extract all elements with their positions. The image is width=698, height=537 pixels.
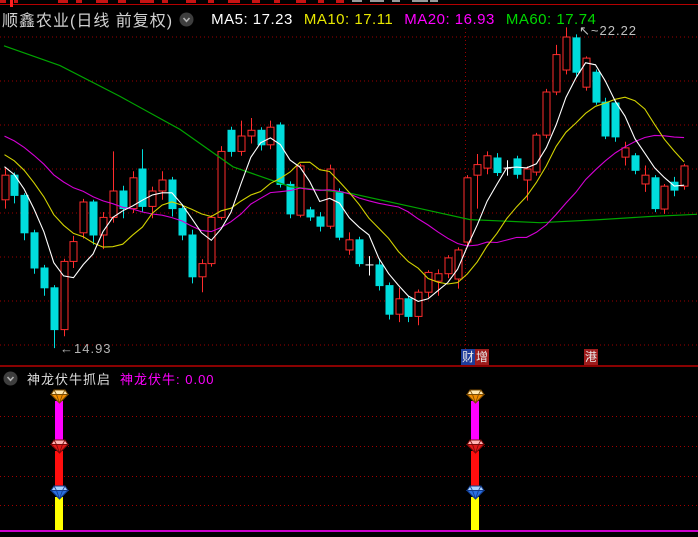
ma5-line xyxy=(4,62,685,302)
candle xyxy=(138,149,147,213)
candle xyxy=(119,185,128,219)
peak-price-annotation: ↖~22.22 xyxy=(579,23,638,38)
signal-bar xyxy=(471,401,479,441)
blue-gem-icon xyxy=(466,485,485,500)
candle xyxy=(306,206,315,221)
candle xyxy=(542,88,551,139)
candle xyxy=(483,151,492,175)
candle xyxy=(40,264,49,296)
gold-gem-icon xyxy=(50,389,69,404)
collapse-sub-panel-button[interactable] xyxy=(3,371,18,386)
candle xyxy=(424,270,433,298)
candle xyxy=(89,199,98,245)
candle xyxy=(641,165,650,192)
blue-gem-icon xyxy=(50,485,69,500)
candle xyxy=(335,188,344,241)
candle xyxy=(188,229,197,284)
candle xyxy=(79,198,88,239)
candle xyxy=(227,126,236,157)
candle xyxy=(463,175,472,247)
candle xyxy=(404,295,413,323)
event-marker-financial[interactable]: 财 xyxy=(461,349,475,365)
signal-bar xyxy=(55,497,63,531)
sub-gridline xyxy=(0,476,698,477)
candle xyxy=(493,153,502,177)
candle xyxy=(207,215,216,267)
event-marker-hk-connect[interactable]: 港 xyxy=(584,349,598,365)
candle xyxy=(257,127,266,151)
sub-indicator-value: 神龙伏牛: 0.00 xyxy=(120,372,215,387)
candle xyxy=(198,259,207,293)
panel-divider xyxy=(0,365,698,367)
signal-bar xyxy=(55,401,63,441)
candle xyxy=(158,171,167,200)
peak-arrow-icon: ↖ xyxy=(579,23,591,38)
candle xyxy=(562,27,571,75)
red-gem-icon xyxy=(466,439,485,454)
candle xyxy=(651,175,660,213)
candle xyxy=(60,258,69,337)
low-price-annotation: ←14.93 xyxy=(60,341,112,356)
sub-indicator-header: 神龙伏牛抓启 神龙伏牛: 0.00 xyxy=(0,370,215,387)
candle xyxy=(532,132,541,176)
gold-gem-icon xyxy=(466,389,485,404)
candle xyxy=(355,236,364,267)
candle xyxy=(316,212,325,232)
candle xyxy=(20,193,29,241)
candle xyxy=(345,232,354,255)
candle xyxy=(444,255,453,279)
red-gem-icon xyxy=(50,439,69,454)
sub-gridline xyxy=(0,446,698,447)
candle xyxy=(572,34,581,77)
candle xyxy=(247,117,256,144)
candle xyxy=(10,172,19,204)
candle xyxy=(109,151,118,223)
candle xyxy=(582,56,591,91)
candle xyxy=(592,69,601,105)
candle xyxy=(69,235,78,268)
candle xyxy=(552,44,561,96)
chevron-down-icon xyxy=(3,371,18,386)
candle xyxy=(611,100,620,142)
candle xyxy=(414,289,423,326)
sub-indicator-baseline xyxy=(0,530,698,532)
candle xyxy=(631,153,640,175)
main-candlestick-chart[interactable] xyxy=(0,0,698,368)
event-marker-holdings-increase[interactable]: 增 xyxy=(475,349,489,365)
candle xyxy=(365,256,374,276)
candle xyxy=(50,285,59,349)
candle xyxy=(660,183,669,214)
signal-bar xyxy=(471,451,479,487)
sub-gridline xyxy=(0,416,698,417)
signal-bar xyxy=(55,451,63,487)
candle xyxy=(385,282,394,320)
app-window: 顺鑫农业(日线 前复权) MA5: 17.23 MA10: 17.11 MA20… xyxy=(0,0,698,537)
candle xyxy=(30,229,39,274)
candle xyxy=(237,120,246,156)
candle xyxy=(395,287,404,323)
sub-indicator-name: 神龙伏牛抓启 xyxy=(27,372,112,387)
candle xyxy=(473,154,482,209)
signal-bar xyxy=(471,497,479,531)
candle xyxy=(1,168,10,209)
sub-gridline xyxy=(0,505,698,506)
